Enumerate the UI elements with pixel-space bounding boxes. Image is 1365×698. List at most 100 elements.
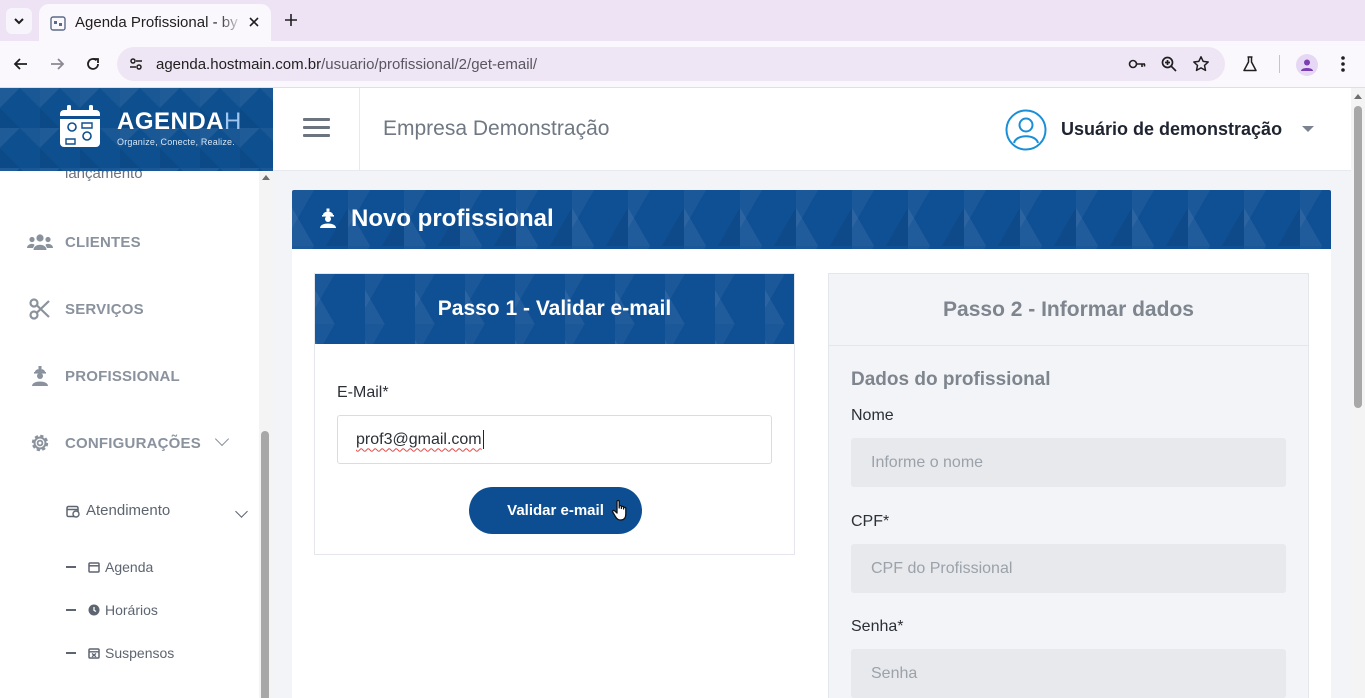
dash-marker: [66, 566, 76, 568]
user-name[interactable]: Usuário de demonstração: [1061, 119, 1282, 140]
sidebar-item-profissional[interactable]: PROFISSIONAL: [0, 356, 259, 396]
sidebar-link-agenda[interactable]: Agenda: [66, 559, 153, 575]
sidebar: lançamento CLIENTES SERVIÇOS PROFISSIONA…: [0, 171, 273, 698]
labs-flask-icon[interactable]: [1239, 53, 1261, 75]
forward-button[interactable]: [44, 51, 70, 77]
browser-toolbar: agenda.hostmain.com.br/usuario/profissio…: [0, 41, 1365, 88]
step2-title: Passo 2 - Informar dados: [943, 297, 1194, 321]
cpf-label: CPF*: [851, 513, 890, 530]
sidebar-link-horarios[interactable]: Horários: [66, 602, 158, 618]
plus-icon: [285, 14, 297, 26]
calendar-x-icon: [88, 647, 100, 659]
back-button[interactable]: [8, 51, 34, 77]
agenda-logo-icon: [60, 105, 100, 147]
favicon-icon: [49, 14, 67, 32]
clock-icon: [88, 604, 100, 616]
step1-panel: Passo 1 - Validar e-mail E-Mail* prof3@g…: [314, 273, 795, 555]
user-avatar-icon[interactable]: [1005, 109, 1047, 151]
brand-logo-area[interactable]: AGENDAH Organize, Conecte, Realize.: [0, 88, 273, 171]
arrow-right-icon: [51, 58, 65, 70]
page-title: Novo profissional: [351, 205, 554, 232]
sidebar-item-clientes[interactable]: CLIENTES: [0, 222, 259, 262]
cpf-field[interactable]: CPF do Profissional: [851, 544, 1286, 593]
card-header: Novo profissional: [292, 190, 1331, 249]
new-tab-button[interactable]: [280, 9, 302, 31]
page-scrollbar[interactable]: [1351, 88, 1365, 698]
email-field[interactable]: prof3@gmail.com: [337, 415, 772, 464]
sidebar-label-clientes: CLIENTES: [65, 233, 141, 251]
nome-field[interactable]: Informe o nome: [851, 438, 1286, 487]
sidebar-link-label: Agenda: [105, 559, 154, 575]
step2-panel: Passo 2 - Informar dados Dados do profis…: [828, 273, 1309, 698]
sidebar-subitem-atendimento[interactable]: Atendimento: [66, 502, 170, 519]
worker-icon: [27, 364, 53, 388]
chevron-down-icon[interactable]: [235, 505, 248, 518]
gear-icon: [27, 431, 53, 455]
hand-pointer-cursor-icon: [611, 499, 627, 521]
kebab-menu-icon[interactable]: [1332, 53, 1354, 75]
sidebar-link-label: Suspensos: [105, 645, 175, 661]
caret-down-icon[interactable]: [1302, 126, 1314, 132]
address-bar[interactable]: agenda.hostmain.com.br/usuario/profissio…: [117, 47, 1225, 81]
scissors-icon: [27, 297, 53, 321]
arrow-left-icon: [13, 58, 27, 70]
chevron-down-icon: [214, 431, 230, 447]
scroll-up-arrow-icon[interactable]: [262, 175, 270, 180]
sidebar-link-suspensos[interactable]: Suspensos: [66, 645, 174, 661]
sidebar-item-servicos[interactable]: SERVIÇOS: [0, 289, 259, 329]
step1-header: Passo 1 - Validar e-mail: [315, 274, 794, 344]
sidebar-label-configuracoes: CONFIGURAÇÕES: [65, 434, 201, 452]
url-text: agenda.hostmain.com.br/usuario/profissio…: [156, 56, 537, 73]
sidebar-label-profissional: PROFISSIONAL: [65, 367, 180, 385]
sidebar-item-configuracoes[interactable]: CONFIGURAÇÕES: [0, 423, 259, 463]
zoom-icon[interactable]: [1159, 54, 1179, 74]
brand-name-suffix: H: [224, 108, 242, 135]
chevron-down-icon: [14, 18, 24, 25]
key-icon[interactable]: [1127, 54, 1147, 74]
senha-label: Senha*: [851, 618, 904, 635]
sidebar-label-servicos: SERVIÇOS: [65, 300, 144, 318]
card-body: Passo 1 - Validar e-mail E-Mail* prof3@g…: [292, 249, 1331, 698]
sidebar-scroll-thumb[interactable]: [261, 431, 269, 698]
close-icon[interactable]: [245, 13, 263, 31]
calendar-icon: [88, 561, 100, 573]
brand-name-main: AGENDA: [117, 108, 225, 135]
step2-header: Passo 2 - Informar dados: [829, 274, 1308, 346]
browser-tabbar: Agenda Profissional - by Hostmain: [0, 0, 1365, 41]
section-title: Dados do profissional: [851, 369, 1051, 390]
calendar-clock-icon: [66, 504, 80, 518]
step1-title: Passo 1 - Validar e-mail: [437, 297, 672, 320]
text-caret: [482, 430, 484, 449]
profile-icon: [1301, 59, 1313, 71]
bookmark-star-icon[interactable]: [1191, 54, 1211, 74]
web-page: AGENDAH Organize, Conecte, Realize. Empr…: [0, 88, 1365, 698]
top-navbar: Empresa Demonstração Usuário de demonstr…: [273, 88, 1351, 171]
profile-avatar-button[interactable]: [1296, 54, 1318, 76]
browser-tab[interactable]: Agenda Profissional - by Hostmain: [39, 4, 271, 41]
scroll-up-arrow-icon[interactable]: [1354, 94, 1362, 99]
reload-icon: [87, 58, 99, 70]
main-content: Novo profissional Passo 1 - Validar e-ma…: [273, 171, 1351, 698]
sidebar-subitem-label: Atendimento: [86, 502, 171, 519]
sidebar-scrollbar[interactable]: [259, 171, 273, 698]
dash-marker: [66, 609, 76, 611]
menu-toggle-icon[interactable]: [303, 118, 330, 138]
email-label: E-Mail*: [337, 384, 389, 401]
reload-button[interactable]: [80, 51, 106, 77]
sidebar-link-label: Horários: [105, 602, 158, 618]
dash-marker: [66, 652, 76, 654]
nome-label: Nome: [851, 407, 894, 424]
brand-name: AGENDAH: [117, 108, 242, 136]
sidebar-item-lancamento[interactable]: lançamento: [65, 171, 143, 182]
toolbar-separator: [1279, 55, 1280, 73]
tab-list-button[interactable]: [6, 8, 32, 34]
users-icon: [27, 230, 53, 254]
senha-field[interactable]: Senha: [851, 649, 1286, 698]
url-host: agenda.hostmain.com.br: [156, 56, 322, 73]
tab-title: Agenda Profissional - by Hostmain: [75, 14, 243, 31]
company-name: Empresa Demonstração: [383, 117, 610, 140]
site-settings-icon[interactable]: [125, 53, 147, 75]
email-value: prof3@gmail.com: [356, 430, 482, 448]
worker-icon: [320, 208, 336, 228]
page-scroll-thumb[interactable]: [1354, 106, 1362, 408]
